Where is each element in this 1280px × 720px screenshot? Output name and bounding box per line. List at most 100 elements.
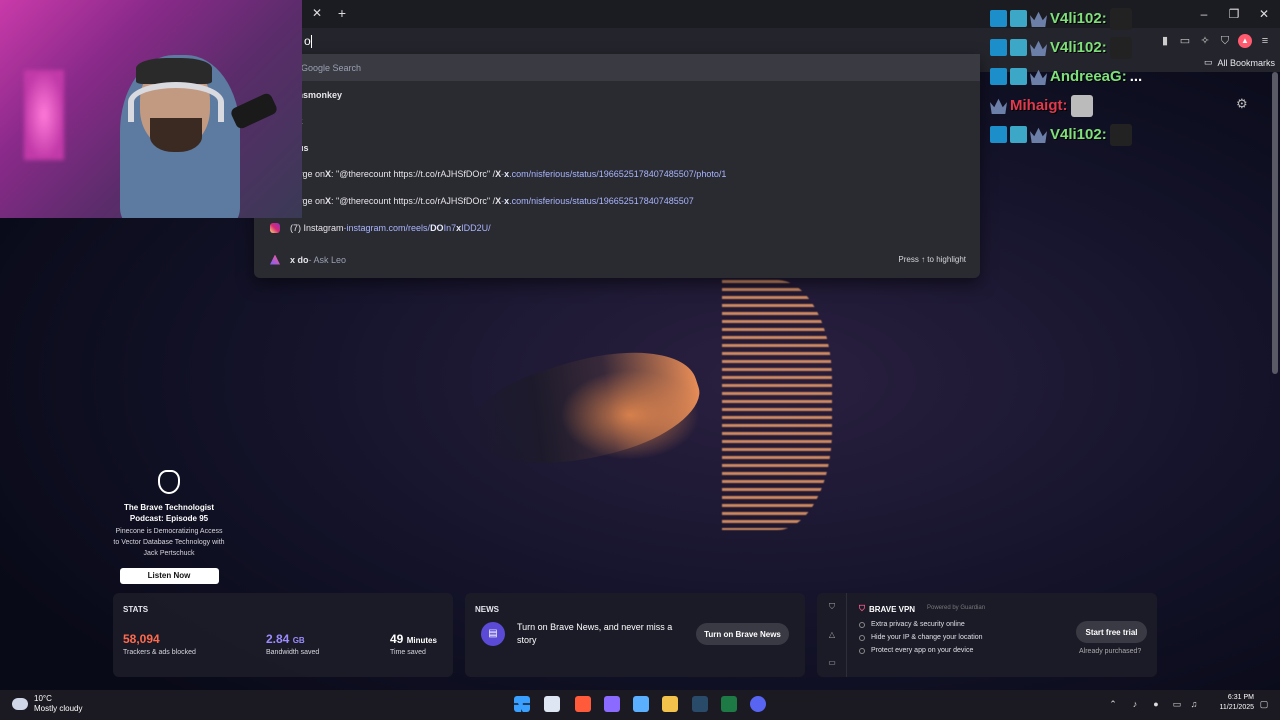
- scrollbar[interactable]: [1272, 72, 1278, 374]
- chat-message: V4li102:: [990, 33, 1180, 62]
- extensions-icon[interactable]: ✧: [1198, 34, 1212, 48]
- brave-app-icon[interactable]: [575, 696, 591, 712]
- discord-icon[interactable]: [750, 696, 766, 712]
- vpn-tab-icon[interactable]: ⛉: [827, 602, 837, 612]
- microphone: [229, 91, 279, 131]
- alert-tab-icon[interactable]: △: [827, 630, 837, 640]
- all-bookmarks-label: All Bookmarks: [1217, 57, 1276, 68]
- steam-icon[interactable]: [692, 696, 708, 712]
- minimize-icon[interactable]: –: [1194, 5, 1214, 23]
- weather-condition: Mostly cloudy: [34, 704, 83, 713]
- restore-icon[interactable]: ❐: [1224, 5, 1244, 23]
- trackers-number: 58,094: [123, 632, 160, 646]
- volume-icon[interactable]: ♫: [1188, 698, 1200, 710]
- mic-icon[interactable]: ●: [1150, 698, 1162, 710]
- vpn-shield-icon: ⛉: [859, 604, 865, 613]
- check-icon: [859, 647, 865, 654]
- settings-gear-icon[interactable]: ⚙: [1236, 97, 1250, 111]
- chat-message: V4li102:: [990, 120, 1180, 149]
- menu-icon[interactable]: ≡: [1258, 34, 1272, 48]
- suggestion-ask-leo[interactable]: x do - Ask Leo Press ↑ to highlight: [254, 246, 980, 273]
- turn-on-brave-news-button[interactable]: Turn on Brave News: [696, 623, 789, 645]
- suggestion-title: (7) Instagram: [290, 222, 344, 233]
- streamer-beard: [150, 118, 202, 152]
- suggestion-url: instagram.com/reels/: [346, 222, 431, 233]
- og-badge-icon: [1010, 39, 1027, 56]
- start-free-trial-button[interactable]: Start free trial: [1076, 621, 1147, 643]
- moderator-badge-icon: [990, 39, 1007, 56]
- video-tab-icon[interactable]: ▭: [827, 658, 837, 668]
- suggestion-x-post-photo[interactable]: 𝕏 Jorge on X: "@therecount https://t.co/…: [254, 160, 980, 187]
- address-text: o: [304, 34, 311, 48]
- system-clock[interactable]: 6:31 PM 11/21/2025: [1202, 693, 1254, 713]
- folder-icon: ▭: [1204, 57, 1213, 67]
- chat-username: AndreeaG:: [1050, 68, 1127, 85]
- suggestion-history[interactable]: ◷ inus: [254, 134, 980, 161]
- card-switcher: ⛉ △ ▭: [817, 593, 847, 677]
- copilot-app-icon[interactable]: [604, 696, 620, 712]
- pinned-app-icon[interactable]: [633, 696, 649, 712]
- podcast-promo: The Brave Technologist Podcast: Episode …: [112, 470, 226, 584]
- news-icon: ▤: [481, 622, 505, 646]
- suggestion-source: - Ask Leo: [308, 254, 347, 265]
- time-value: 49 Minutes: [390, 632, 437, 646]
- trackers-label: Trackers & ads blocked: [123, 649, 196, 656]
- chat-username: V4li102:: [1050, 126, 1107, 143]
- file-explorer-icon[interactable]: [662, 696, 678, 712]
- tab-close-icon[interactable]: ✕: [309, 5, 325, 21]
- time-label: Time saved: [390, 649, 426, 656]
- suggestion-x-post[interactable]: 𝕏 Jorge on X: "@therecount https://t.co/…: [254, 187, 980, 214]
- vpn-powered-text: Powered by: [927, 605, 959, 611]
- all-bookmarks-button[interactable]: ▭ All Bookmarks: [1204, 57, 1275, 68]
- headphones: [128, 82, 224, 122]
- promo-subtitle: Pinecone is Democratizing Access to Vect…: [113, 528, 225, 557]
- chat-overlay: V4li102: V4li102: AndreeaG: ... Mihaigt:: [990, 4, 1180, 149]
- suggestion-history[interactable]: ◷ ick: [254, 107, 980, 134]
- pink-lamp: [24, 70, 64, 160]
- brave-rewards-icon[interactable]: ▲: [1238, 34, 1252, 48]
- shield-icon[interactable]: ⛉: [1218, 34, 1232, 48]
- suggestion-title-rest: : "@therecount https://t.co/rAJHSfDOrc" …: [331, 195, 496, 206]
- task-view-icon[interactable]: [544, 696, 560, 712]
- og-badge-icon: [1010, 10, 1027, 27]
- webcam-overlay: [0, 0, 302, 218]
- tray-expand-icon[interactable]: ⌃: [1107, 698, 1119, 710]
- news-heading: NEWS: [475, 605, 499, 614]
- wallet-icon[interactable]: ▭: [1178, 34, 1192, 48]
- suggestion-history[interactable]: ◷ kinsmonkey: [254, 81, 980, 108]
- vpn-card: ⛉ △ ▭ ⛉ BRAVE VPN Powered by Guardian Ext…: [817, 593, 1157, 677]
- clock-date: 11/21/2025: [1219, 704, 1254, 711]
- chat-username: Mihaigt:: [1010, 97, 1068, 114]
- speaker-icon[interactable]: ♪: [1129, 698, 1141, 710]
- already-purchased-link[interactable]: Already purchased?: [1079, 648, 1141, 655]
- vpn-feature-text: Hide your IP & change your location: [871, 634, 983, 641]
- notification-icon[interactable]: ▢: [1258, 698, 1270, 710]
- leo-icon: [268, 253, 282, 267]
- background-hand-glow: [560, 370, 700, 460]
- address-bar-input[interactable]: o: [304, 32, 980, 50]
- suggestion-google-search[interactable]: ⌕ o - Google Search: [254, 54, 980, 81]
- suggestion-source: - Google Search: [295, 62, 362, 73]
- suggestion-title-rest: : "@therecount https://t.co/rAJHSfDOrc" …: [331, 168, 496, 179]
- instagram-icon: [268, 221, 282, 235]
- suggestion-instagram[interactable]: (7) Instagram - instagram.com/reels/DOIn…: [254, 214, 980, 241]
- suggestion-url: IDD2U/: [461, 222, 491, 233]
- keyboard-hint: Press ↑ to highlight: [898, 255, 966, 264]
- bandwidth-number: 2.84: [266, 632, 290, 646]
- network-icon[interactable]: ▭: [1171, 698, 1183, 710]
- new-tab-button[interactable]: +: [334, 5, 350, 21]
- weather-widget[interactable]: 10°C Mostly cloudy: [12, 694, 82, 714]
- suggestion-url-bold: DO: [430, 222, 444, 233]
- text-caret: [310, 35, 312, 49]
- listen-now-button[interactable]: Listen Now: [119, 568, 219, 584]
- excel-icon[interactable]: [721, 696, 737, 712]
- vpn-feature-text: Extra privacy & security online: [871, 621, 965, 628]
- close-window-icon[interactable]: ✕: [1254, 5, 1274, 23]
- streamer-bandana: [136, 58, 212, 84]
- vpn-title: ⛉ BRAVE VPN: [859, 604, 915, 614]
- vpn-feature-text: Protect every app on your device: [871, 647, 974, 654]
- promo-title: The Brave Technologist Podcast: Episode …: [123, 503, 215, 523]
- brave-lion-icon: [158, 470, 180, 494]
- crown-badge-icon: [1030, 11, 1047, 27]
- emote-icon: [1070, 94, 1093, 117]
